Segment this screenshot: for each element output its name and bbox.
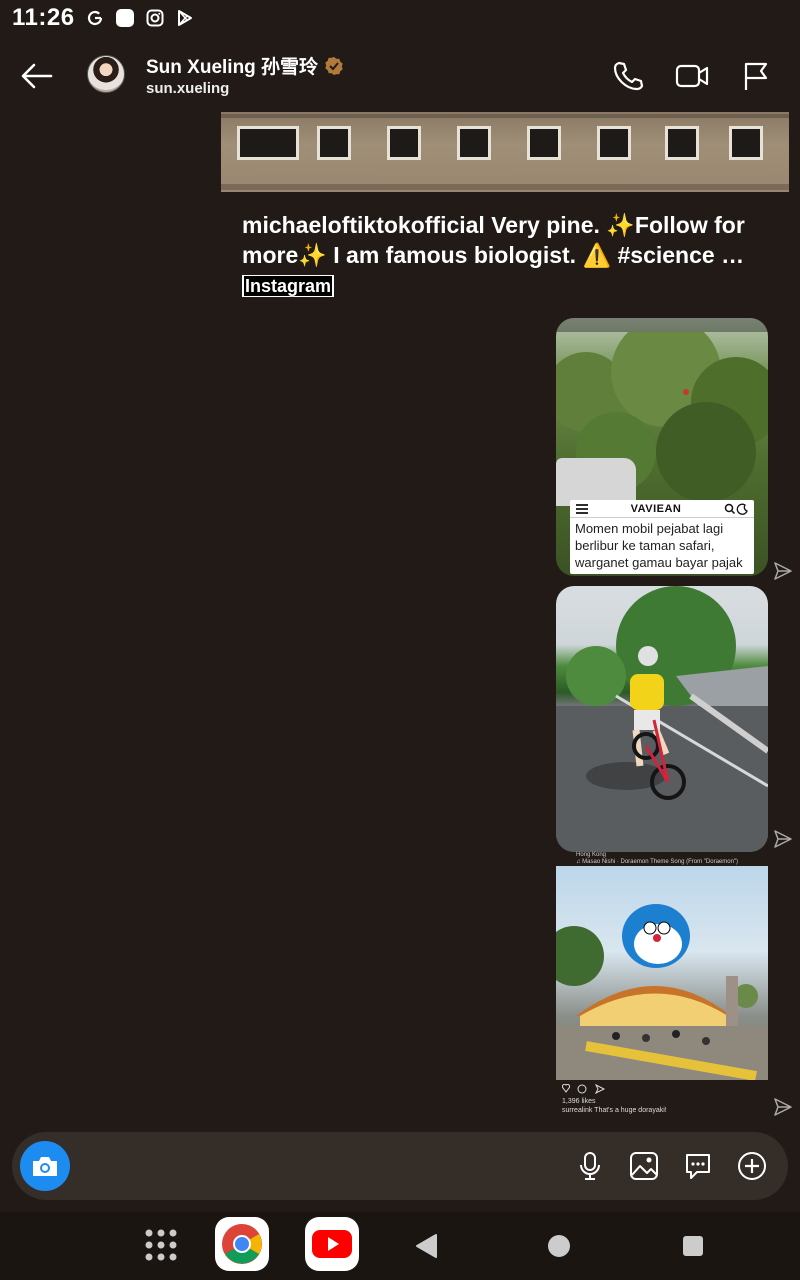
- back-icon: [416, 1234, 437, 1258]
- reel-3-comment: surrealink That's a huge dorayaki!: [562, 1107, 667, 1114]
- shared-post-caption[interactable]: michaeloftiktokofficial Very pine. ✨Foll…: [242, 210, 782, 270]
- reel-3-scene: [556, 904, 768, 1080]
- system-navbar: [0, 1212, 800, 1280]
- news-card-header: VAVIEAN: [570, 500, 754, 518]
- search-moon-icon: [724, 503, 748, 515]
- menu-icon: [576, 503, 588, 514]
- youtube-icon: [312, 1230, 352, 1258]
- sticker-button[interactable]: [682, 1148, 714, 1184]
- gallery-icon: [630, 1152, 658, 1180]
- building-ledge: [221, 184, 789, 190]
- shared-reel-3[interactable]: [556, 866, 768, 1080]
- avatar[interactable]: [87, 55, 125, 93]
- app-drawer-button[interactable]: [140, 1224, 182, 1266]
- message-composer: [12, 1132, 788, 1200]
- news-brand: VAVIEAN: [630, 502, 682, 515]
- instagram-icon: [145, 8, 165, 28]
- send-icon: [774, 830, 792, 848]
- phone-icon: [613, 61, 644, 91]
- shared-reel-1[interactable]: VAVIEAN Momen mobil pejabat lagi berlibu…: [556, 318, 768, 576]
- building-window: [237, 126, 299, 160]
- voice-message-button[interactable]: [574, 1148, 606, 1184]
- composer-actions: [574, 1148, 768, 1184]
- home-icon: [548, 1235, 570, 1257]
- contact-handle: sun.xueling: [146, 80, 230, 97]
- contact-name: Sun Xueling 孙雪玲: [146, 57, 319, 78]
- shared-reel-2[interactable]: [556, 586, 768, 852]
- microphone-icon: [580, 1152, 600, 1180]
- back-button[interactable]: [18, 58, 56, 94]
- youtube-app-button[interactable]: [305, 1217, 359, 1271]
- google-g-icon: [85, 8, 105, 28]
- reel-1-footer: [556, 576, 768, 586]
- news-card: VAVIEAN Momen mobil pejabat lagi berlibu…: [570, 500, 754, 574]
- phone-call-button[interactable]: [610, 58, 646, 94]
- back-nav-button[interactable]: [412, 1232, 440, 1260]
- chat-header: Sun Xueling 孙雪玲 sun.xueling: [0, 40, 800, 112]
- report-button[interactable]: [738, 58, 774, 94]
- back-arrow-icon: [21, 63, 53, 89]
- message-input[interactable]: [86, 1150, 556, 1182]
- header-actions: [610, 58, 774, 94]
- share-reel-1-button[interactable]: [772, 560, 794, 582]
- verified-badge-icon: [325, 56, 343, 75]
- share-reel-3-button[interactable]: [772, 1096, 794, 1118]
- reel-3-meta: Hong Kong ♫ Masao Nishi · Doraemon Theme…: [556, 852, 768, 866]
- reel-3-footer: 1,396 likes surrealink That's a huge dor…: [556, 1080, 768, 1126]
- shared-post-source[interactable]: Instagram: [242, 275, 335, 297]
- share-reel-2-button[interactable]: [772, 828, 794, 850]
- shared-post-source-label: Instagram: [244, 276, 333, 296]
- building-window: [729, 126, 763, 160]
- building-window: [457, 126, 491, 160]
- reel-1-car: [556, 458, 636, 506]
- news-text: Momen mobil pejabat lagi berlibur ke tam…: [575, 521, 743, 570]
- flag-icon: [744, 62, 768, 90]
- building-ledge: [221, 114, 789, 118]
- chrome-app-button[interactable]: [215, 1217, 269, 1271]
- status-time: 11:26: [12, 4, 75, 31]
- status-icons: [85, 8, 195, 28]
- shared-post-image[interactable]: [221, 112, 789, 192]
- send-icon: [774, 562, 792, 580]
- reel-3-song: ♫ Masao Nishi · Doraemon Theme Song (Fro…: [576, 859, 739, 865]
- building-window: [527, 126, 561, 160]
- building-window: [665, 126, 699, 160]
- play-store-icon: [175, 8, 195, 28]
- building-window: [317, 126, 351, 160]
- video-call-icon: [675, 64, 709, 88]
- recents-nav-button[interactable]: [681, 1234, 705, 1258]
- contact-name-row[interactable]: Sun Xueling 孙雪玲: [146, 52, 344, 79]
- status-bar: 11:26: [0, 0, 800, 36]
- camera-button[interactable]: [20, 1141, 70, 1191]
- chrome-icon: [222, 1224, 262, 1264]
- video-call-button[interactable]: [674, 58, 710, 94]
- send-icon: [774, 1098, 792, 1116]
- home-nav-button[interactable]: [546, 1233, 572, 1259]
- reel-2-scene: [556, 586, 768, 852]
- gallery-button[interactable]: [628, 1148, 660, 1184]
- add-icon: [738, 1152, 766, 1180]
- reel-topbar: [556, 318, 768, 332]
- sticker-icon: [686, 1154, 710, 1179]
- reel-3-location: Hong Kong: [576, 852, 607, 858]
- reel-action-icons: [561, 1083, 606, 1095]
- building-window: [387, 126, 421, 160]
- more-options-button[interactable]: [736, 1148, 768, 1184]
- app-drawer-icon: [145, 1229, 177, 1261]
- camera-icon: [33, 1157, 57, 1176]
- app-square-icon: [115, 8, 135, 28]
- reel-3-likes: 1,396 likes: [562, 1098, 596, 1105]
- building-window: [597, 126, 631, 160]
- recents-icon: [683, 1236, 703, 1256]
